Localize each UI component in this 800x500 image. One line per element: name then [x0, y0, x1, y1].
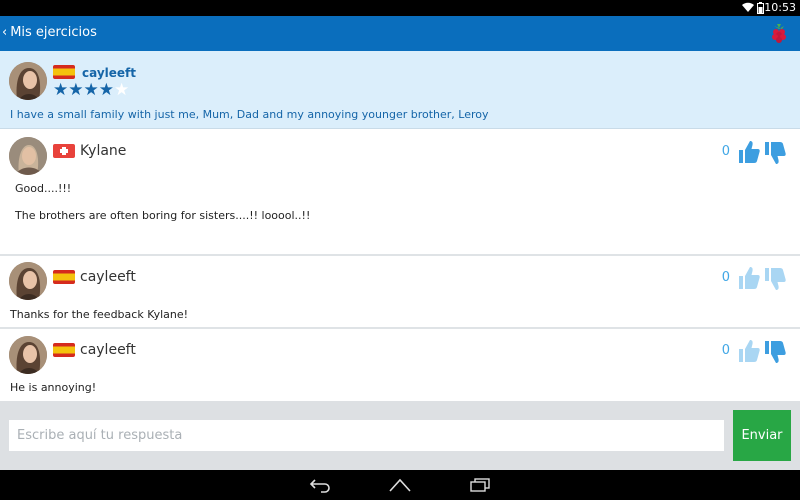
battery-icon: [757, 2, 764, 14]
like-count: 0: [721, 144, 730, 159]
send-button[interactable]: Enviar: [733, 410, 791, 461]
spain-flag-icon: [53, 65, 75, 79]
chevron-left-icon: ‹: [2, 25, 8, 40]
thumbs-down-icon[interactable]: [764, 267, 786, 291]
like-count: 0: [721, 270, 730, 285]
spain-flag-icon: [53, 270, 75, 284]
comment-line: Thanks for the feedback Kylane!: [10, 308, 189, 321]
post-username[interactable]: cayleeft: [82, 66, 136, 80]
recents-nav-icon[interactable]: [469, 477, 491, 493]
clock: 10:53: [764, 1, 796, 14]
back-nav-icon[interactable]: [309, 477, 331, 493]
thumbs-down-icon[interactable]: [764, 141, 786, 165]
comment-body: He is annoying!: [10, 381, 96, 394]
post-text: I have a small family with just me, Mum,…: [10, 108, 489, 121]
app-bar: ‹ Mis ejercicios: [0, 16, 800, 51]
raspberry-icon[interactable]: [768, 22, 790, 44]
comment-line: He is annoying!: [10, 381, 97, 394]
home-nav-icon[interactable]: [388, 477, 412, 493]
avatar[interactable]: [9, 62, 47, 100]
switzerland-flag-icon: [53, 144, 75, 158]
comment-username[interactable]: cayleeft: [80, 269, 136, 285]
comment-line: The brothers are often boring for sister…: [15, 209, 311, 222]
thumbs-up-icon[interactable]: [738, 266, 760, 290]
reply-bar: [0, 401, 800, 470]
star-icon: ★: [98, 80, 114, 100]
spain-flag-icon: [53, 343, 75, 357]
wifi-icon: [742, 2, 754, 12]
like-count: 0: [721, 343, 730, 358]
thumbs-up-icon[interactable]: [738, 339, 760, 363]
comment-line: Good....!!!: [15, 182, 72, 195]
comment-item: cayleeft 0 Thanks for the feedback Kylan…: [0, 256, 800, 329]
status-bar: 10:53: [0, 0, 800, 16]
avatar[interactable]: [9, 137, 47, 175]
star-icon: ★: [83, 80, 99, 100]
comment-body: Good....!!! The brothers are often borin…: [15, 182, 310, 222]
comment-item: cayleeft 0 He is annoying!: [0, 329, 800, 401]
comment-body: Thanks for the feedback Kylane!: [10, 308, 188, 321]
star-icon: ★: [53, 80, 69, 100]
avatar[interactable]: [9, 336, 47, 374]
star-icon: ★: [68, 80, 84, 100]
exercise-post: cayleeft ★ ★ ★ ★ ★ I have a small family…: [0, 51, 800, 129]
reply-input[interactable]: [9, 420, 724, 451]
comment-item: Kylane 0 Good....!!! The brothers are of…: [0, 129, 800, 256]
back-label: Mis ejercicios: [10, 25, 97, 40]
comment-username[interactable]: cayleeft: [80, 342, 136, 358]
comment-username[interactable]: Kylane: [80, 143, 126, 159]
thumbs-up-icon[interactable]: [738, 140, 760, 164]
navigation-bar: [0, 470, 800, 500]
star-rating: ★ ★ ★ ★ ★: [53, 81, 129, 99]
thumbs-down-icon[interactable]: [764, 340, 786, 364]
star-empty-icon: ★: [114, 80, 130, 100]
back-button[interactable]: ‹ Mis ejercicios: [2, 24, 97, 42]
avatar[interactable]: [9, 262, 47, 300]
